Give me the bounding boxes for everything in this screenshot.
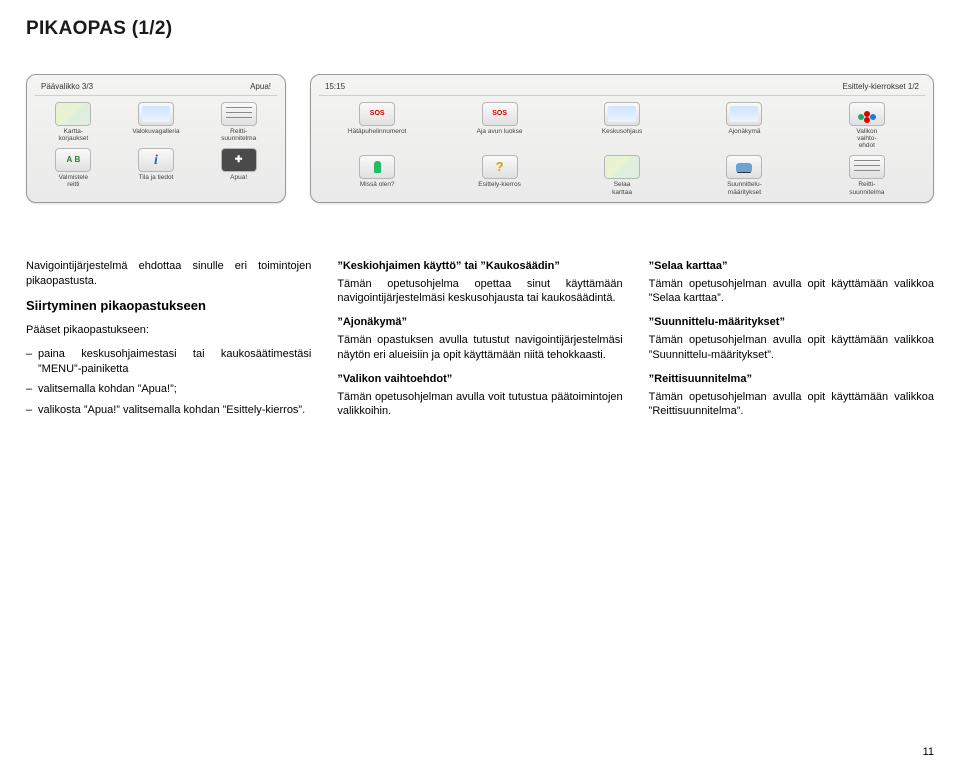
col-1: Navigointijärjestelmä ehdottaa sinulle e… bbox=[26, 259, 311, 429]
col1-list: paina keskusohjaimestasi tai kaukosäätim… bbox=[26, 347, 311, 418]
tile-label: Apua! bbox=[230, 174, 247, 181]
col3-b3-title: ”Reittisuunnitelma” bbox=[649, 372, 934, 387]
tile-valokuvagalleria[interactable]: Valokuvagalleria bbox=[118, 102, 195, 142]
screen-left-topbar: Päävalikko 3/3 Apua! bbox=[35, 81, 277, 96]
tile-label: Reitti-suunnitelma bbox=[849, 181, 884, 195]
col1-intro: Navigointijärjestelmä ehdottaa sinulle e… bbox=[26, 259, 311, 289]
tile-suunnittelu-maaritykset[interactable]: Suunnittelu-määritykset bbox=[686, 155, 802, 195]
screen-right: 15:15 Esittely-kierrokset 1/2 SOSHätäpuh… bbox=[310, 74, 934, 203]
tile-label: Suunnittelu-määritykset bbox=[727, 181, 762, 195]
tile-valmistele-reitti[interactable]: A BValmistelereitti bbox=[35, 148, 112, 188]
col1-lead: Pääset pikaopastukseen: bbox=[26, 323, 311, 338]
screen-left: Päävalikko 3/3 Apua! Kartta-korjaukset V… bbox=[26, 74, 286, 203]
tile-aja-avun-luokse[interactable]: SOSAja avun luokse bbox=[441, 102, 557, 149]
col2-b1-title: ”Keskiohjaimen käyttö” tai ”Kaukosäädin” bbox=[337, 259, 622, 274]
tile-reittisuunnitelma2[interactable]: Reitti-suunnitelma bbox=[809, 155, 925, 195]
tile-esittely-kierros[interactable]: ?Esittely-kierros bbox=[441, 155, 557, 195]
tile-apua[interactable]: ✚Apua! bbox=[200, 148, 277, 188]
col1-heading: Siirtyminen pikaopastukseen bbox=[26, 297, 311, 315]
col2-b3-title: ”Valikon vaihtoehdot” bbox=[337, 372, 622, 387]
tile-ajonakyma[interactable]: Ajonäkymä bbox=[686, 102, 802, 149]
tile-label: Valmistelereitti bbox=[59, 174, 89, 188]
col3-b1-title: ”Selaa karttaa” bbox=[649, 259, 934, 274]
tile-missa-olen[interactable]: Missä olen? bbox=[319, 155, 435, 195]
tile-label: Keskusohjaus bbox=[602, 128, 642, 135]
page-title: PIKAOPAS (1/2) bbox=[26, 18, 934, 40]
col2-b3-body: Tämän opetusohjelman avulla voit tutustu… bbox=[337, 390, 622, 420]
tile-label: Missä olen? bbox=[360, 181, 395, 188]
tile-label: Ajonäkymä bbox=[728, 128, 760, 135]
device-screens: Päävalikko 3/3 Apua! Kartta-korjaukset V… bbox=[26, 74, 934, 203]
tile-hatapuhelinnumerot[interactable]: SOSHätäpuhelinnumerot bbox=[319, 102, 435, 149]
screen-left-topright: Apua! bbox=[250, 82, 271, 91]
col1-item: valitsemalla kohdan ”Apua!”; bbox=[26, 382, 311, 397]
col1-item: paina keskusohjaimestasi tai kaukosäätim… bbox=[26, 347, 311, 377]
text-columns: Navigointijärjestelmä ehdottaa sinulle e… bbox=[26, 259, 934, 429]
col2-b1-body: Tämän opetusohjelma opettaa sinut käyttä… bbox=[337, 277, 622, 307]
screen-right-topleft: 15:15 bbox=[325, 82, 345, 91]
col-2: ”Keskiohjaimen käyttö” tai ”Kaukosäädin”… bbox=[337, 259, 622, 429]
tile-label: Selaakarttaa bbox=[612, 181, 632, 195]
tile-keskusohjaus[interactable]: Keskusohjaus bbox=[564, 102, 680, 149]
screen-right-topright: Esittely-kierrokset 1/2 bbox=[843, 82, 919, 91]
tile-label: Aja avun luokse bbox=[477, 128, 523, 135]
screen-left-topleft: Päävalikko 3/3 bbox=[41, 82, 93, 91]
tile-label: Hätäpuhelinnumerot bbox=[348, 128, 407, 135]
tile-tila-ja-tiedot[interactable]: iTila ja tiedot bbox=[118, 148, 195, 188]
tile-label: Tila ja tiedot bbox=[139, 174, 174, 181]
tile-valikon-vaihtoehdot[interactable]: Valikonvaihto-ehdot bbox=[809, 102, 925, 149]
col3-b2-body: Tämän opetusohjelman avulla opit käyttäm… bbox=[649, 333, 934, 363]
tile-reittisuunnitelma[interactable]: Reitti-suunnitelma bbox=[200, 102, 277, 142]
tile-label: Valikonvaihto-ehdot bbox=[856, 128, 877, 149]
col2-b2-body: Tämän opastuksen avulla tutustut navigoi… bbox=[337, 333, 622, 363]
col3-b3-body: Tämän opetusohjelman avulla opit käyttäm… bbox=[649, 390, 934, 420]
page-number: 11 bbox=[923, 746, 934, 758]
col-3: ”Selaa karttaa” Tämän opetusohjelman avu… bbox=[649, 259, 934, 429]
col1-item: valikosta ”Apua!” valitsemalla kohdan ”E… bbox=[26, 403, 311, 418]
tile-karttakorjaukset[interactable]: Kartta-korjaukset bbox=[35, 102, 112, 142]
tile-label: Esittely-kierros bbox=[478, 181, 521, 188]
tile-label: Reitti-suunnitelma bbox=[221, 128, 256, 142]
col3-b1-body: Tämän opetusohjelman avulla opit käyttäm… bbox=[649, 277, 934, 307]
screen-right-topbar: 15:15 Esittely-kierrokset 1/2 bbox=[319, 81, 925, 96]
tile-label: Valokuvagalleria bbox=[132, 128, 179, 135]
col3-b2-title: ”Suunnittelu-määritykset” bbox=[649, 315, 934, 330]
tile-selaa-karttaa[interactable]: Selaakarttaa bbox=[564, 155, 680, 195]
tile-label: Kartta-korjaukset bbox=[59, 128, 89, 142]
col2-b2-title: ”Ajonäkymä” bbox=[337, 315, 622, 330]
